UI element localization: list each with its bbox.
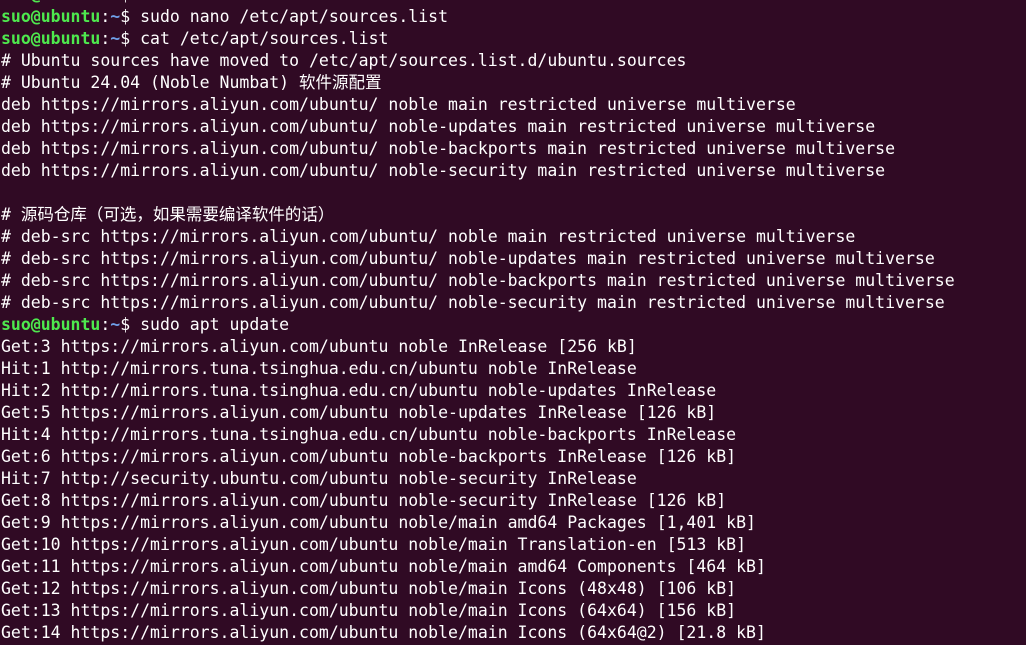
prompt-line: suo@ubuntu:~$ sudo nano /etc/apt/sources…: [1, 6, 955, 28]
output-line: deb https://mirrors.aliyun.com/ubuntu/ n…: [1, 95, 796, 114]
prompt-separator: :: [100, 7, 111, 26]
prompt-user-host: suo@ubuntu: [1, 315, 101, 334]
output-line: # deb-src https://mirrors.aliyun.com/ubu…: [1, 249, 935, 268]
prompt-user-host: suo@ubuntu: [1, 29, 101, 48]
prompt-path: ~: [110, 29, 121, 48]
output-line: # 源码仓库（可选，如果需要编译软件的话）: [1, 205, 335, 224]
prompt-user-host: suo@ubuntu: [1, 0, 100, 4]
output-line: # Ubuntu sources have moved to /etc/apt/…: [1, 51, 687, 70]
output-line: Get:11 https://mirrors.aliyun.com/ubuntu…: [1, 557, 766, 576]
prompt-separator: :: [100, 29, 111, 48]
terminal-window[interactable]: suo@ubuntu:~$ ^Csuo@ubuntu:~$ sudo nano …: [0, 0, 1026, 645]
output-line: Hit:1 http://mirrors.tuna.tsinghua.edu.c…: [1, 359, 637, 378]
output-line: Get:12 https://mirrors.aliyun.com/ubuntu…: [1, 579, 737, 598]
command-text: sudo apt update: [140, 315, 290, 334]
output-line: Get:10 https://mirrors.aliyun.com/ubuntu…: [1, 535, 747, 554]
output-line: Get:14 https://mirrors.aliyun.com/ubuntu…: [1, 623, 766, 642]
output-line: Hit:4 http://mirrors.tuna.tsinghua.edu.c…: [1, 425, 737, 444]
command-text: ^C: [140, 0, 160, 4]
command-text: cat /etc/apt/sources.list: [140, 29, 389, 48]
output-line: # Ubuntu 24.04 (Noble Numbat) 软件源配置: [1, 73, 382, 92]
prompt-path: ~: [110, 315, 121, 334]
prompt-separator: :: [100, 0, 110, 4]
output-line: Get:5 https://mirrors.aliyun.com/ubuntu …: [1, 403, 717, 422]
command-text: sudo nano /etc/apt/sources.list: [140, 7, 449, 26]
output-line: Get:3 https://mirrors.aliyun.com/ubuntu …: [1, 337, 637, 356]
output-line: Get:13 https://mirrors.aliyun.com/ubuntu…: [1, 601, 737, 620]
prompt-path: ~: [110, 0, 120, 4]
output-line: # deb-src https://mirrors.aliyun.com/ubu…: [1, 227, 856, 246]
output-line: Hit:7 http://security.ubuntu.com/ubuntu …: [1, 469, 637, 488]
output-line: Get:9 https://mirrors.aliyun.com/ubuntu …: [1, 513, 756, 532]
output-line: deb https://mirrors.aliyun.com/ubuntu/ n…: [1, 139, 896, 158]
terminal-output: suo@ubuntu:~$ ^Csuo@ubuntu:~$ sudo nano …: [1, 0, 955, 644]
prompt-symbol: $: [120, 0, 140, 4]
output-line: deb https://mirrors.aliyun.com/ubuntu/ n…: [1, 161, 886, 180]
prompt-line: suo@ubuntu:~$ cat /etc/apt/sources.list: [1, 28, 955, 50]
output-line: Hit:2 http://mirrors.tuna.tsinghua.edu.c…: [1, 381, 717, 400]
prompt-path: ~: [110, 7, 121, 26]
output-line: [1, 182, 955, 204]
output-line: Get:6 https://mirrors.aliyun.com/ubuntu …: [1, 447, 737, 466]
output-line: Get:8 https://mirrors.aliyun.com/ubuntu …: [1, 491, 727, 510]
output-line: # deb-src https://mirrors.aliyun.com/ubu…: [1, 293, 945, 312]
prompt-separator: :: [100, 315, 111, 334]
prompt-line: suo@ubuntu:~$ sudo apt update: [1, 314, 955, 336]
prompt-symbol: $: [120, 7, 141, 26]
prompt-symbol: $: [120, 315, 141, 334]
output-line: # deb-src https://mirrors.aliyun.com/ubu…: [1, 271, 955, 290]
prompt-user-host: suo@ubuntu: [1, 7, 101, 26]
output-line: deb https://mirrors.aliyun.com/ubuntu/ n…: [1, 117, 876, 136]
prompt-symbol: $: [120, 29, 141, 48]
